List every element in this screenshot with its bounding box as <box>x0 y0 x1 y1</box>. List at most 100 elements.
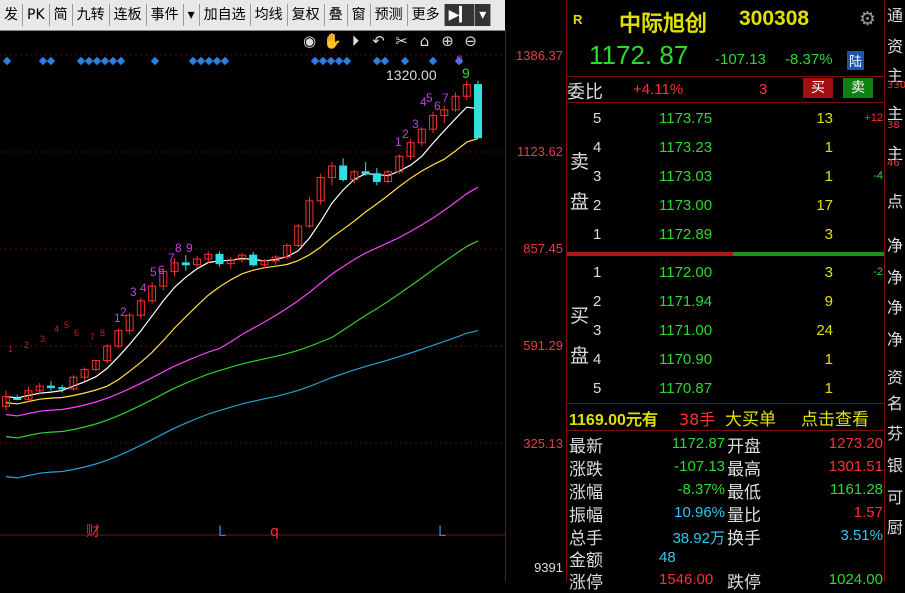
ask-row[interactable]: 1 1172.89 3 <box>567 224 885 247</box>
ask-row[interactable]: 2 1173.00 17 <box>567 195 885 218</box>
side-text: 46 <box>887 158 900 169</box>
divider <box>567 76 885 77</box>
stat-value: 1.57 <box>853 504 883 521</box>
toolbar-item[interactable]: PK <box>23 4 50 26</box>
play-circle-icon[interactable]: ⏵ <box>346 32 365 51</box>
ma-button[interactable]: 均线 <box>251 4 288 26</box>
candle-body <box>13 397 22 400</box>
ask-row[interactable]: 5 1173.75 13 +12 <box>567 108 885 131</box>
toolbar-item[interactable]: 简 <box>50 4 73 26</box>
signal-diamond <box>400 56 410 66</box>
adjust-button[interactable]: 复权 <box>288 4 325 26</box>
play-icon[interactable]: ▶▎ <box>444 4 476 26</box>
eye-icon[interactable]: ◉ <box>300 32 319 51</box>
bid-row[interactable]: 3 1171.00 24 <box>567 320 885 343</box>
bid-row[interactable]: 4 1170.90 1 <box>567 349 885 372</box>
stat-label: 涨幅 <box>569 483 603 503</box>
price: 1170.87 <box>659 380 713 397</box>
stat-label: 最新 <box>569 437 603 457</box>
scissors-icon[interactable]: ✂ <box>392 32 411 51</box>
td-count-label: 4 <box>54 324 59 334</box>
stat-label: 量比 <box>727 506 761 526</box>
toolbar-item[interactable]: 连板 <box>110 4 147 26</box>
td-count-label: 5 <box>64 320 69 330</box>
sell-button[interactable]: 卖 <box>843 78 873 98</box>
price: 1172.89 <box>659 226 713 243</box>
td-count-label: 7 <box>168 251 175 265</box>
volume: 3 <box>824 226 833 243</box>
signal-diamond <box>38 56 48 66</box>
candle-body <box>46 385 55 389</box>
signal-diamond <box>84 56 94 66</box>
volume: 1 <box>824 168 833 185</box>
signal-diamond <box>342 56 352 66</box>
add-watchlist-button[interactable]: 加自选 <box>200 4 251 26</box>
weibi-diff: 3 <box>759 81 768 98</box>
signal-diamond <box>372 56 382 66</box>
bid-strength-bar <box>567 252 733 256</box>
side-text: 通 <box>887 6 904 25</box>
stock-code: 300308 <box>739 7 810 30</box>
side-text: 厨 <box>887 518 904 537</box>
bid-row[interactable]: 1 1172.00 3 -2 <box>567 262 885 285</box>
level: 1 <box>593 226 602 243</box>
axis-label: 857.45 <box>523 241 563 256</box>
window-button[interactable]: 窗 <box>348 4 371 26</box>
hand-icon[interactable]: ✋ <box>323 32 342 51</box>
candle-body <box>339 165 348 181</box>
buy-button[interactable]: 买 <box>803 78 833 98</box>
more-button[interactable]: 更多 <box>408 4 445 26</box>
lock-icon[interactable]: ⌂ <box>415 32 434 51</box>
axis-label: 9391 <box>534 560 563 575</box>
signal-diamond <box>2 56 12 66</box>
toolbar-item[interactable]: 事件 <box>147 4 184 26</box>
signal-diamond <box>46 56 56 66</box>
level: 2 <box>593 197 602 214</box>
ask-row[interactable]: 4 1173.23 1 <box>567 137 885 160</box>
signal-diamond <box>380 56 390 66</box>
ask-row[interactable]: 3 1173.03 1 -4 <box>567 166 885 189</box>
toolbar-item[interactable]: 发 <box>0 4 23 26</box>
ask-strength-bar <box>733 252 885 256</box>
price: 1173.03 <box>659 168 713 185</box>
side-text: 资 <box>887 368 904 387</box>
bid-row[interactable]: 2 1171.94 9 <box>567 291 885 314</box>
r-badge: R <box>573 12 583 27</box>
forecast-button[interactable]: 预测 <box>371 4 408 26</box>
level: 5 <box>593 380 602 397</box>
price-axis: 1386.37 1123.62 857.45 591.29 325.13 939… <box>505 30 567 582</box>
signal-diamond <box>212 56 222 66</box>
big-order-qty: 38手 <box>679 410 716 429</box>
big-order-link[interactable]: 点击查看 <box>801 405 869 430</box>
candlestick-chart[interactable]: 1320.00 91 23 45 678 91234 56781 234 56 7 8财 Lq L <box>0 30 505 582</box>
signal-diamond <box>196 56 206 66</box>
axis-label: 1123.62 <box>516 144 563 159</box>
overlay-button[interactable]: 叠 <box>325 4 348 26</box>
stock-name: 中际旭创 <box>619 12 708 37</box>
toolbar-dropdown[interactable]: ▾ <box>184 4 200 26</box>
side-text: 可 <box>887 488 904 507</box>
big-order-price: 1169.00元有 <box>569 412 658 429</box>
undo-icon[interactable]: ↶ <box>369 32 388 51</box>
toolbar-item[interactable]: 九转 <box>73 4 110 26</box>
td-count-label: 4 <box>140 281 147 295</box>
current-price: 1172. 87 <box>589 40 689 70</box>
candle-body <box>58 387 67 390</box>
gear-icon[interactable]: ⚙ <box>859 8 876 30</box>
zoom-out-icon[interactable]: ⊖ <box>461 32 480 51</box>
bid-row[interactable]: 5 1170.87 1 <box>567 378 885 401</box>
stats-table: 最新 1172.87 开盘 1273.20 涨跌 -107.13 最高 1301… <box>567 432 885 593</box>
axis-label: 1386.37 <box>516 48 563 63</box>
zoom-in-icon[interactable]: ⊕ <box>438 32 457 51</box>
td-count-label: 8 <box>456 53 463 67</box>
volume: 24 <box>816 322 833 339</box>
signal-diamond <box>116 56 126 66</box>
td-count-label: 5 <box>150 265 157 279</box>
level: 3 <box>593 322 602 339</box>
candle-body <box>474 84 482 139</box>
level: 2 <box>593 293 602 310</box>
chevron-down-icon[interactable]: ▾ <box>475 4 492 26</box>
td-count-label: 3 <box>412 117 419 131</box>
level: 5 <box>593 110 602 127</box>
candle-body <box>372 173 381 182</box>
